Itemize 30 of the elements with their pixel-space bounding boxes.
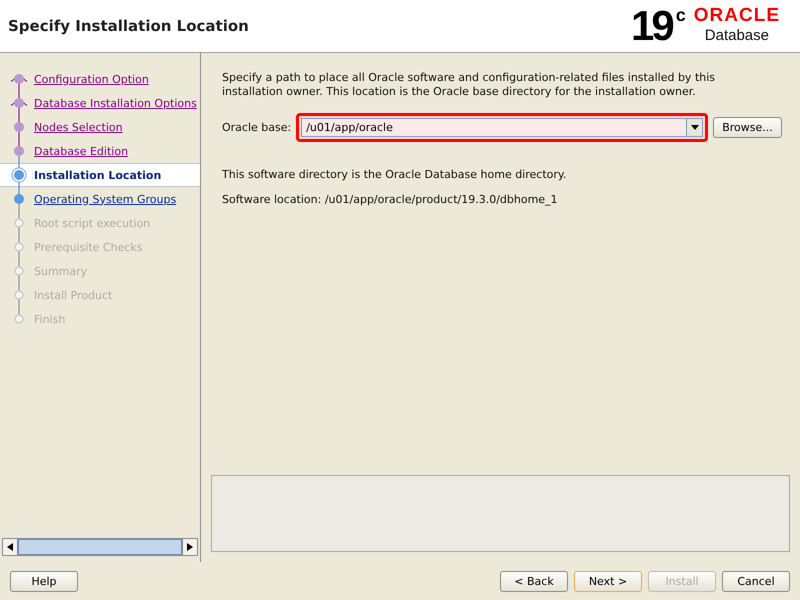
product-name: Database [704, 27, 769, 44]
scroll-right-icon[interactable] [187, 543, 193, 551]
wizard-step[interactable]: Database Edition [0, 139, 200, 163]
wizard-step: Summary [0, 259, 200, 283]
dropdown-caret-icon[interactable] [690, 125, 699, 130]
info-text: This software directory is the Oracle Database home directory. [222, 168, 568, 181]
horizontal-scrollbar[interactable] [2, 538, 198, 556]
wizard-button[interactable]: Next > [574, 570, 642, 592]
wizard-button[interactable]: Help [10, 570, 78, 592]
version-suffix: c [676, 5, 686, 25]
field-label: Oracle base: [222, 121, 292, 134]
brand-logo: ORACLE [694, 5, 780, 27]
wizard-step: Prerequisite Checks [0, 235, 200, 259]
wizard-button[interactable]: Cancel [722, 570, 790, 592]
wizard-step[interactable]: Configuration Option [0, 67, 200, 91]
wizard-step[interactable]: Database Installation Options [0, 91, 200, 115]
wizard-step[interactable]: Operating System Groups [0, 187, 200, 211]
wizard-button[interactable]: < Back [500, 570, 568, 592]
window-title: Specify Installation Location [8, 17, 249, 35]
oracle-base-field[interactable]: /u01/app/oracle [301, 118, 686, 137]
browse-button[interactable]: Browse... [713, 117, 782, 138]
instruction-text: Specify a path to place all Oracle software and configuration-related files installed by this installation owner. This location is the Oracle base directory for the installation owner. [222, 71, 716, 99]
wizard-step: Root script execution [0, 211, 200, 235]
wizard-step: Install Product [0, 283, 200, 307]
version-number: 19 [631, 5, 672, 47]
scroll-left-icon[interactable] [7, 543, 13, 551]
wizard-step[interactable]: Nodes Selection [0, 115, 200, 139]
wizard-step: Finish [0, 307, 200, 331]
wizard-step: Installation Location [0, 163, 200, 187]
software-location-text: Software location: /u01/app/oracle/product/19.3.0/dbhome_1 [222, 193, 559, 206]
